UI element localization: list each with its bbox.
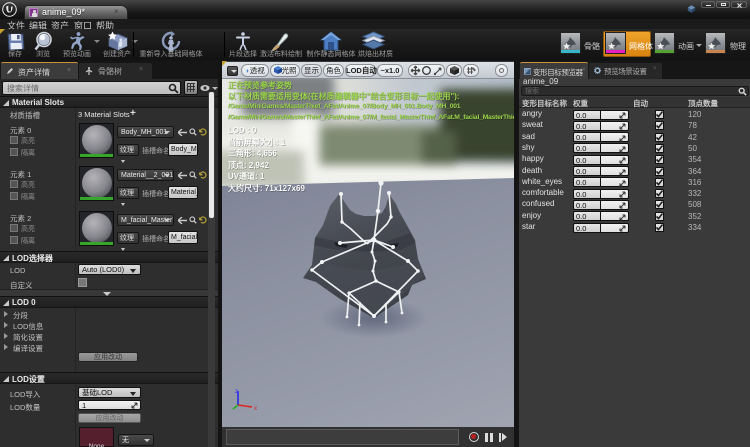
svg-text:z: z	[235, 389, 238, 395]
svg-text:x: x	[254, 406, 257, 412]
